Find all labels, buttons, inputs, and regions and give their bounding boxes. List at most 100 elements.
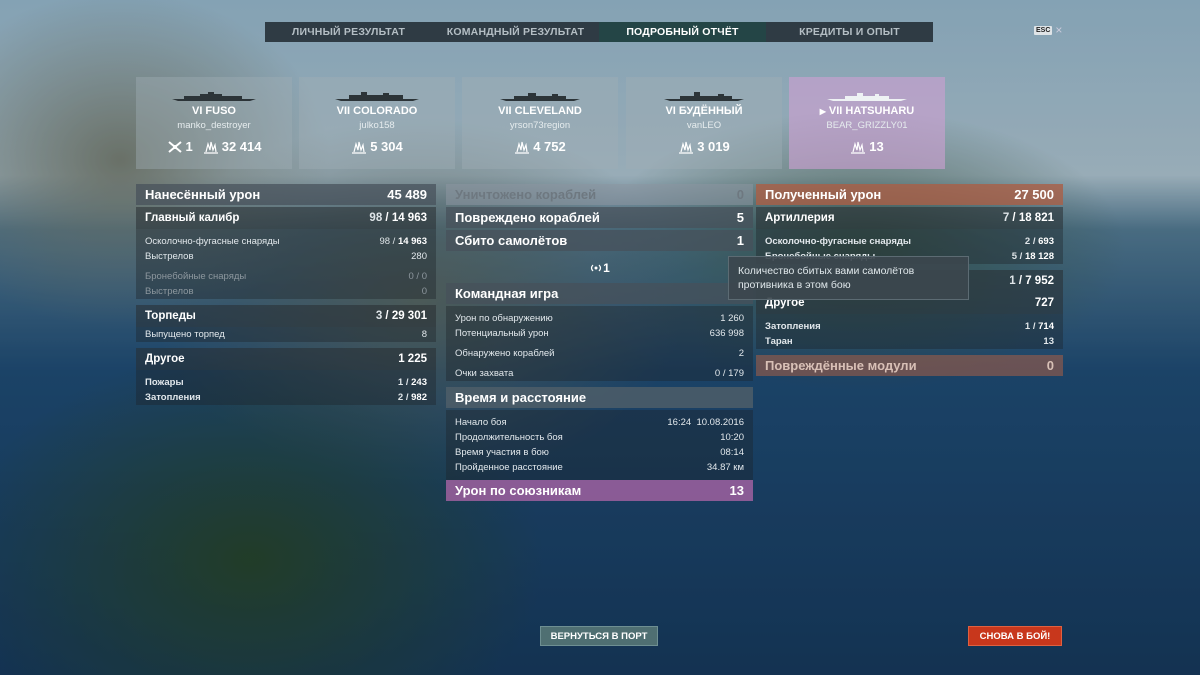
- received-floods-row[interactable]: Затопления 1 / 714: [756, 319, 1063, 334]
- participation-time-row: Время участия в бою 08:14: [446, 445, 753, 460]
- ap-shells-value: 0 / 0: [408, 271, 427, 282]
- received-he-label: Осколочно-фугасные снаряды: [765, 236, 912, 247]
- he-shells-row[interactable]: Осколочно-фугасные снаряды 98 / 14 963: [136, 234, 436, 249]
- ship-card-self[interactable]: ▶ VII HATSUHARU BEAR_GRIZZLY01 13: [789, 77, 945, 169]
- damage-stat: 32 414: [203, 139, 262, 154]
- floods-row[interactable]: Затопления 2 / 982: [136, 390, 436, 405]
- damage-dealt-header[interactable]: Нанесённый урон 45 489: [136, 184, 436, 205]
- artillery-row[interactable]: Артиллерия 7 / 18 821: [756, 207, 1063, 229]
- results-tab-bar: ЛИЧНЫЙ РЕЗУЛЬТАТ КОМАНДНЫЙ РЕЗУЛЬТАТ ПОД…: [265, 22, 933, 42]
- ship-card[interactable]: VII COLORADO julko158 5 304: [299, 77, 455, 169]
- achievement-flag[interactable]: 1: [446, 253, 753, 283]
- battle-duration-row: Продолжительность боя 10:20: [446, 430, 753, 445]
- explosion-icon: [679, 141, 694, 154]
- player-arrow-icon: ▶: [819, 107, 826, 116]
- planes-shot-down-label: Сбито самолётов: [455, 233, 568, 248]
- return-to-port-button[interactable]: ВЕРНУТЬСЯ В ПОРТ: [540, 626, 658, 646]
- fires-value: 1 / 243: [397, 377, 427, 388]
- tab-detailed-report[interactable]: ПОДРОБНЫЙ ОТЧЁТ: [599, 22, 766, 42]
- floods-label: Затопления: [145, 392, 201, 403]
- ships-destroyed-row[interactable]: Уничтожено кораблей 0: [446, 184, 753, 205]
- participation-time-label: Время участия в бою: [455, 447, 549, 458]
- torpedoes-row[interactable]: Торпеды 3 / 29 301: [136, 305, 436, 327]
- received-torpedoes-value: 1 / 7 952: [1009, 275, 1054, 287]
- ap-shells-label: Бронебойные снаряды: [145, 271, 247, 282]
- ship-card[interactable]: VI FUSO manko_destroyer 1 32 414: [136, 77, 292, 169]
- capture-points-label: Очки захвата: [455, 368, 514, 379]
- ramming-value: 13: [1043, 336, 1054, 347]
- teamplay-title: Командная игра: [455, 286, 559, 301]
- player-name: julko158: [359, 120, 395, 131]
- artillery-label: Артиллерия: [765, 212, 835, 224]
- crossed-guns-icon: [167, 140, 182, 153]
- tab-team-result[interactable]: КОМАНДНЫЙ РЕЗУЛЬТАТ: [432, 22, 599, 42]
- damage-received-header[interactable]: Полученный урон 27 500: [756, 184, 1063, 205]
- ap-shells-row[interactable]: Бронебойные снаряды 0 / 0: [136, 269, 436, 284]
- torpedoes-launched-label: Выпущено торпед: [145, 329, 225, 340]
- ship-name: VI FUSO: [191, 105, 236, 117]
- main-caliber-row[interactable]: Главный калибр 98 / 14 963: [136, 207, 436, 229]
- he-shots-value: 280: [411, 251, 427, 262]
- main-caliber-label: Главный калибр: [145, 212, 240, 224]
- ships-spotted-row[interactable]: Обнаружено кораблей 2: [446, 346, 753, 361]
- damaged-modules-row[interactable]: Повреждённые модули 0: [756, 355, 1063, 376]
- damage-stat: 5 304: [351, 139, 403, 154]
- ship-name: VI БУДЁННЫЙ: [665, 105, 743, 117]
- distance-value: 34.87 км: [706, 462, 744, 473]
- ramming-row[interactable]: Таран 13: [756, 334, 1063, 349]
- battleship-silhouette-icon: [335, 92, 419, 101]
- battle-duration-label: Продолжительность боя: [455, 432, 563, 443]
- tab-personal-result[interactable]: ЛИЧНЫЙ РЕЗУЛЬТАТ: [265, 22, 432, 42]
- ramming-label: Таран: [765, 336, 793, 347]
- main-caliber-value: 98 / 14 963: [369, 212, 427, 224]
- ships-damaged-row[interactable]: Повреждено кораблей 5: [446, 207, 753, 228]
- time-distance-header: Время и расстояние: [446, 387, 753, 408]
- ship-card[interactable]: VII CLEVELAND yrson73region 4 752: [462, 77, 618, 169]
- planes-shot-down-value: 1: [736, 233, 744, 248]
- damage-value: 4 752: [533, 139, 566, 154]
- fires-row[interactable]: Пожары 1 / 243: [136, 375, 436, 390]
- damage-received-total: 27 500: [1014, 187, 1054, 202]
- close-icon[interactable]: ×: [1055, 24, 1062, 36]
- planes-shot-down-row[interactable]: Сбито самолётов 1: [446, 230, 753, 251]
- potential-damage-label: Потенциальный урон: [455, 328, 549, 339]
- capture-points-row[interactable]: Очки захвата 0 / 179: [446, 366, 753, 381]
- torpedoes-value: 3 / 29 301: [375, 310, 427, 322]
- ships-spotted-label: Обнаружено кораблей: [455, 348, 555, 359]
- distance-row: Пройденное расстояние 34.87 км: [446, 460, 753, 475]
- torpedoes-launched-row: Выпущено торпед 8: [136, 327, 436, 342]
- frags-value: 1: [185, 139, 193, 154]
- destroyer-silhouette-icon: [827, 93, 907, 101]
- damage-value: 32 414: [221, 139, 262, 154]
- distance-label: Пройденное расстояние: [455, 462, 563, 473]
- received-he-row[interactable]: Осколочно-фугасные снаряды 2 / 693: [756, 234, 1063, 249]
- player-name: vanLEO: [686, 120, 722, 131]
- received-floods-label: Затопления: [765, 321, 821, 332]
- torpedoes-label: Торпеды: [145, 310, 196, 322]
- close-control[interactable]: ESC ×: [1034, 24, 1062, 36]
- received-he-value: 2 / 693: [1024, 236, 1054, 247]
- ally-damage-row[interactable]: Урон по союзникам 13: [446, 480, 753, 501]
- damage-stat: 13: [850, 139, 884, 154]
- battleship-silhouette-icon: [172, 92, 256, 101]
- spotting-damage-row[interactable]: Урон по обнаружению 1 260: [446, 311, 753, 326]
- other-damage-value: 1 225: [398, 353, 427, 365]
- ally-damage-label: Урон по союзникам: [455, 483, 582, 498]
- ally-damage-value: 13: [729, 483, 744, 498]
- damage-dealt-title: Нанесённый урон: [145, 187, 261, 202]
- potential-damage-row[interactable]: Потенциальный урон 636 998: [446, 326, 753, 341]
- frags-stat: 1: [167, 139, 193, 154]
- torpedoes-launched-value: 8: [421, 329, 427, 340]
- explosion-icon: [515, 141, 530, 154]
- participation-time-value: 08:14: [720, 447, 744, 458]
- player-name: yrson73region: [509, 120, 571, 131]
- battle-again-button[interactable]: СНОВА В БОЙ!: [968, 626, 1062, 646]
- ship-card[interactable]: VI БУДЁННЫЙ vanLEO 3 019: [626, 77, 782, 169]
- tab-credits-xp[interactable]: КРЕДИТЫ И ОПЫТ: [766, 22, 933, 42]
- damage-stat: 3 019: [678, 139, 730, 154]
- cruiser-silhouette-icon: [500, 93, 580, 101]
- battle-start-row: Начало боя 16:24 10.08.2016: [446, 415, 753, 430]
- he-shells-label: Осколочно-фугасные снаряды: [145, 236, 280, 247]
- other-damage-row[interactable]: Другое 1 225: [136, 348, 436, 370]
- player-name: manko_destroyer: [177, 120, 251, 131]
